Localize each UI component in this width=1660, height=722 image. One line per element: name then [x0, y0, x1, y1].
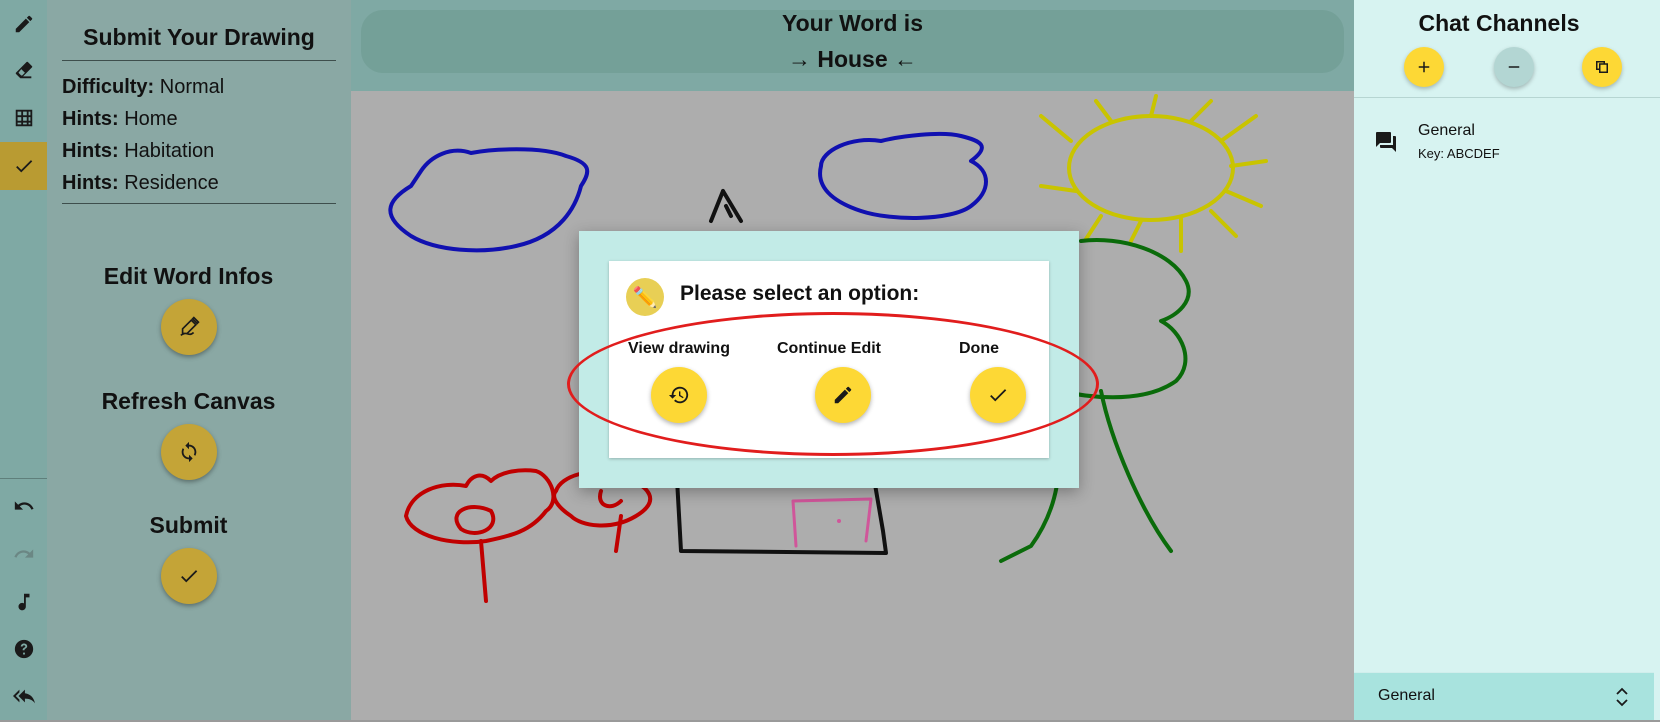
done-label: Done: [959, 340, 999, 357]
panel-divider: [62, 203, 336, 204]
undo-icon: [14, 501, 34, 510]
channel-item-general[interactable]: General Key: ABCDEF: [1354, 110, 1660, 170]
minus-icon: [1508, 66, 1520, 68]
channel-name: General: [1418, 122, 1475, 139]
music-button[interactable]: [0, 578, 47, 626]
redo-button[interactable]: [0, 530, 47, 578]
plus-icon: [1418, 61, 1430, 73]
blue-cloud-left-stroke: [388, 147, 590, 253]
add-channel-button[interactable]: [1404, 47, 1444, 87]
popout-chat-button[interactable]: [1582, 47, 1622, 87]
submit-button[interactable]: [161, 548, 217, 604]
word-header: Your Word is → House ←: [351, 0, 1354, 91]
done-button[interactable]: [970, 367, 1026, 423]
hint-line: Hints: Habitation: [62, 140, 215, 162]
check-icon: [15, 160, 32, 173]
pencil-icon: [15, 15, 32, 33]
refresh-canvas-label: Refresh Canvas: [101, 388, 276, 414]
yellow-sun-stroke: [1067, 114, 1235, 222]
pencil-logo-icon: ✏️: [626, 278, 664, 316]
difficulty-line: Difficulty: Normal: [62, 76, 225, 98]
history-icon: [668, 386, 689, 404]
exit-button[interactable]: [0, 672, 47, 720]
eraser-icon: [15, 61, 32, 79]
unfold-icon: [1612, 685, 1632, 714]
pink-door-stroke: [791, 497, 873, 548]
pencil-tool-button[interactable]: [0, 0, 47, 48]
eraser-tool-button[interactable]: [0, 46, 47, 94]
draw-icon: [180, 316, 200, 336]
forum-icon: [1374, 130, 1398, 159]
view-drawing-label: View drawing: [628, 340, 730, 357]
channel-selector[interactable]: General: [1354, 672, 1654, 722]
grid-icon: [15, 109, 32, 127]
refresh-canvas-button[interactable]: [161, 424, 217, 480]
chat-title: Chat Channels: [1418, 10, 1580, 36]
popout-icon: [1596, 61, 1608, 73]
panel-divider: [62, 60, 336, 61]
hint-line: Hints: Home: [62, 108, 178, 130]
submit-panel: Submit Your Drawing Difficulty: Normal H…: [47, 0, 351, 722]
hint-line: Hints: Residence: [62, 172, 219, 194]
check-icon: [181, 570, 198, 583]
chat-panel: Chat Channels General Key: ABCDEF Genera…: [1354, 0, 1660, 722]
red-flowers-stroke: [404, 468, 652, 603]
submit-tool-button[interactable]: [0, 142, 47, 190]
panel-title: Submit Your Drawing: [83, 24, 315, 50]
redo-icon: [13, 549, 33, 558]
pencil-icon: [834, 386, 852, 404]
leave-channel-button[interactable]: [1494, 47, 1534, 87]
undo-button[interactable]: [0, 482, 47, 530]
options-card: ✏️ Please select an option: View drawing…: [609, 261, 1049, 458]
green-tree-crown-stroke: [1059, 238, 1191, 400]
reply-all-icon: [12, 689, 35, 704]
channel-key: Key: ABCDEF: [1418, 146, 1500, 161]
continue-edit-button[interactable]: [815, 367, 871, 423]
check-icon: [990, 389, 1007, 402]
options-dialog: ✏️ Please select an option: View drawing…: [579, 231, 1079, 488]
submit-label: Submit: [149, 512, 228, 538]
edit-word-infos-label: Edit Word Infos: [103, 263, 274, 289]
refresh-icon: [181, 441, 197, 463]
toolbar-divider: [0, 478, 47, 479]
music-icon: [18, 593, 29, 611]
help-button[interactable]: [0, 625, 47, 673]
grid-tool-button[interactable]: [0, 94, 47, 142]
dialog-prompt: Please select an option:: [680, 282, 920, 305]
edit-word-infos-button[interactable]: [161, 299, 217, 355]
black-house-roof-stroke: [709, 189, 743, 223]
selected-channel: General: [1378, 687, 1435, 704]
continue-edit-label: Continue Edit: [777, 340, 881, 357]
view-drawing-button[interactable]: [651, 367, 707, 423]
chat-header-divider: [1354, 97, 1660, 98]
word-value: → House ←: [787, 46, 918, 72]
left-toolbar: [0, 0, 47, 722]
word-intro: Your Word is: [782, 10, 923, 36]
help-icon: [14, 639, 33, 659]
blue-cloud-right-stroke: [818, 131, 988, 220]
